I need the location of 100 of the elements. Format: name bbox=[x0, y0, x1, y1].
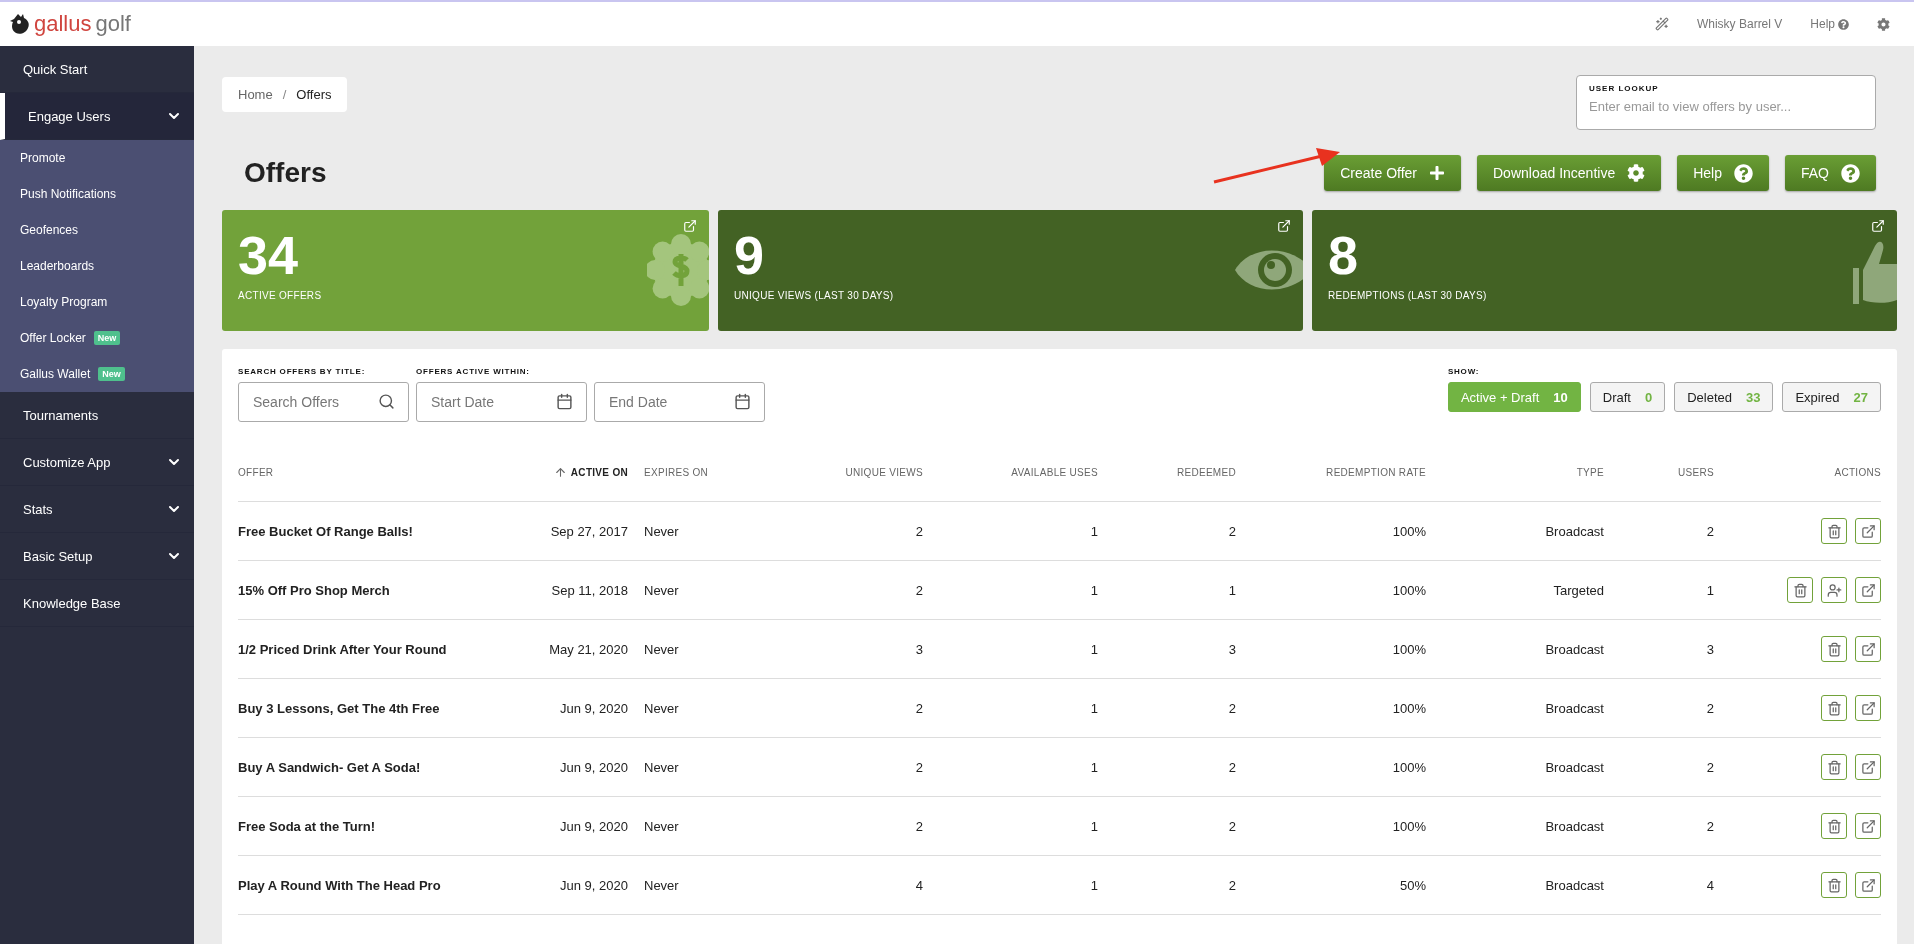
external-link-icon bbox=[1860, 877, 1876, 893]
table-cell: 2 bbox=[1098, 502, 1236, 561]
open-button[interactable] bbox=[1855, 577, 1881, 603]
sidebar-subitem[interactable]: Gallus Wallet New bbox=[0, 356, 194, 392]
field-label: OFFERS ACTIVE WITHIN: bbox=[416, 367, 531, 376]
search-field[interactable]: Search Offers bbox=[238, 382, 409, 422]
table-cell: 1 bbox=[923, 620, 1098, 679]
delete-button[interactable] bbox=[1821, 813, 1847, 839]
table-cell: Never bbox=[628, 679, 783, 738]
trash-icon bbox=[1792, 582, 1808, 598]
stat-card[interactable]: 9 UNIQUE VIEWS (LAST 30 DAYS) bbox=[718, 210, 1303, 331]
wand-icon[interactable] bbox=[1654, 17, 1669, 31]
delete-button[interactable] bbox=[1787, 577, 1813, 603]
external-link-icon bbox=[1860, 523, 1876, 539]
help-link[interactable]: Help bbox=[1810, 17, 1849, 31]
stat-value: 34 bbox=[238, 228, 299, 282]
sidebar-subitem[interactable]: Geofences bbox=[0, 212, 194, 248]
stat-value: 8 bbox=[1328, 228, 1359, 282]
account-link[interactable]: Whisky Barrel V bbox=[1696, 17, 1783, 31]
table-cell: 50% bbox=[1236, 856, 1426, 915]
sidebar-item[interactable]: Tournaments bbox=[0, 392, 194, 439]
sidebar-subitem[interactable]: Leaderboards bbox=[0, 248, 194, 284]
table-cell: 2 bbox=[1098, 679, 1236, 738]
external-link-icon bbox=[1860, 700, 1876, 716]
open-button[interactable] bbox=[1855, 872, 1881, 898]
sidebar-item[interactable]: Customize App bbox=[0, 439, 194, 486]
sidebar-item[interactable]: Knowledge Base bbox=[0, 580, 194, 627]
action-button[interactable]: Create Offer bbox=[1324, 155, 1461, 191]
external-link-icon[interactable] bbox=[683, 219, 697, 233]
filter-chip[interactable]: Draft 0 bbox=[1589, 382, 1666, 412]
table-cell: 2 bbox=[1098, 738, 1236, 797]
help-icon bbox=[1838, 18, 1849, 30]
sidebar-item[interactable]: Basic Setup bbox=[0, 533, 194, 580]
table-cell: 2 bbox=[783, 502, 923, 561]
open-button[interactable] bbox=[1855, 813, 1881, 839]
external-link-icon bbox=[1860, 582, 1876, 598]
settings-icon[interactable] bbox=[1877, 17, 1890, 31]
external-link-icon bbox=[1860, 759, 1876, 775]
column-header[interactable]: ACTIONS bbox=[1714, 444, 1881, 502]
open-button[interactable] bbox=[1855, 636, 1881, 662]
external-link-icon bbox=[1860, 818, 1876, 834]
open-button[interactable] bbox=[1855, 695, 1881, 721]
table-cell: Never bbox=[628, 620, 783, 679]
sort-arrow-icon bbox=[553, 466, 567, 479]
table-cell: Buy A Sandwich- Get A Soda! bbox=[238, 738, 488, 797]
column-header[interactable]: EXPIRES ON bbox=[628, 444, 783, 502]
column-header[interactable]: UNIQUE VIEWS bbox=[783, 444, 923, 502]
action-button[interactable]: FAQ bbox=[1785, 155, 1876, 191]
action-button[interactable]: Help bbox=[1677, 155, 1769, 191]
action-button[interactable]: Download Incentive bbox=[1477, 155, 1662, 191]
column-header[interactable]: ACTIVE ON bbox=[488, 444, 628, 502]
sidebar-subitem[interactable]: Push Notifications bbox=[0, 176, 194, 212]
end-date-field[interactable]: End Date bbox=[594, 382, 765, 422]
field-label: SEARCH OFFERS BY TITLE: bbox=[238, 367, 367, 376]
delete-button[interactable] bbox=[1821, 695, 1847, 721]
stat-card[interactable]: 8 REDEMPTIONS (LAST 30 DAYS) bbox=[1312, 210, 1897, 331]
open-button[interactable] bbox=[1855, 754, 1881, 780]
table-cell: Sep 11, 2018 bbox=[488, 561, 628, 620]
column-header[interactable]: AVAILABLE USES bbox=[923, 444, 1098, 502]
table-cell: 100% bbox=[1236, 561, 1426, 620]
column-header[interactable]: TYPE bbox=[1426, 444, 1604, 502]
table-cell: 2 bbox=[783, 561, 923, 620]
table-cell: 3 bbox=[1604, 620, 1714, 679]
sidebar-subitem[interactable]: Promote bbox=[0, 140, 194, 176]
start-date-field[interactable]: Start Date bbox=[416, 382, 587, 422]
delete-button[interactable] bbox=[1821, 518, 1847, 544]
trash-icon bbox=[1826, 818, 1842, 834]
breadcrumb-link[interactable]: Home bbox=[238, 87, 273, 102]
table-cell: 2 bbox=[1098, 856, 1236, 915]
page-title: Offers bbox=[244, 157, 327, 189]
sidebar-item[interactable]: Stats bbox=[0, 486, 194, 533]
logo-text: golf bbox=[95, 11, 131, 37]
filter-chip[interactable]: Expired 27 bbox=[1782, 382, 1881, 412]
filter-chip[interactable]: Deleted 33 bbox=[1674, 382, 1774, 412]
open-button[interactable] bbox=[1855, 518, 1881, 544]
external-link-icon[interactable] bbox=[1871, 219, 1885, 233]
new-badge: New bbox=[93, 331, 121, 345]
sidebar-subitem[interactable]: Loyalty Program bbox=[0, 284, 194, 320]
table-cell: 1 bbox=[923, 797, 1098, 856]
delete-button[interactable] bbox=[1821, 872, 1847, 898]
table-cell: Broadcast bbox=[1426, 620, 1604, 679]
calendar-icon bbox=[734, 393, 751, 410]
table-cell: Never bbox=[628, 738, 783, 797]
delete-button[interactable] bbox=[1821, 754, 1847, 780]
table-cell: Jun 9, 2020 bbox=[488, 856, 628, 915]
table-cell: Sep 27, 2017 bbox=[488, 502, 628, 561]
table-cell: 100% bbox=[1236, 620, 1426, 679]
trash-icon bbox=[1826, 523, 1842, 539]
trash-icon bbox=[1826, 759, 1842, 775]
table-cell: 2 bbox=[783, 679, 923, 738]
help-icon bbox=[1734, 163, 1753, 183]
external-link-icon[interactable] bbox=[1277, 219, 1291, 233]
sidebar-subitem[interactable]: Offer Locker New bbox=[0, 320, 194, 356]
delete-button[interactable] bbox=[1821, 636, 1847, 662]
column-header[interactable]: USERS bbox=[1604, 444, 1714, 502]
add-user-button[interactable] bbox=[1821, 577, 1847, 603]
column-header[interactable]: REDEEMED bbox=[1098, 444, 1236, 502]
sidebar-item[interactable]: Engage Users bbox=[0, 93, 194, 140]
column-header[interactable]: REDEMPTION RATE bbox=[1236, 444, 1426, 502]
column-header[interactable]: OFFER bbox=[238, 444, 488, 502]
